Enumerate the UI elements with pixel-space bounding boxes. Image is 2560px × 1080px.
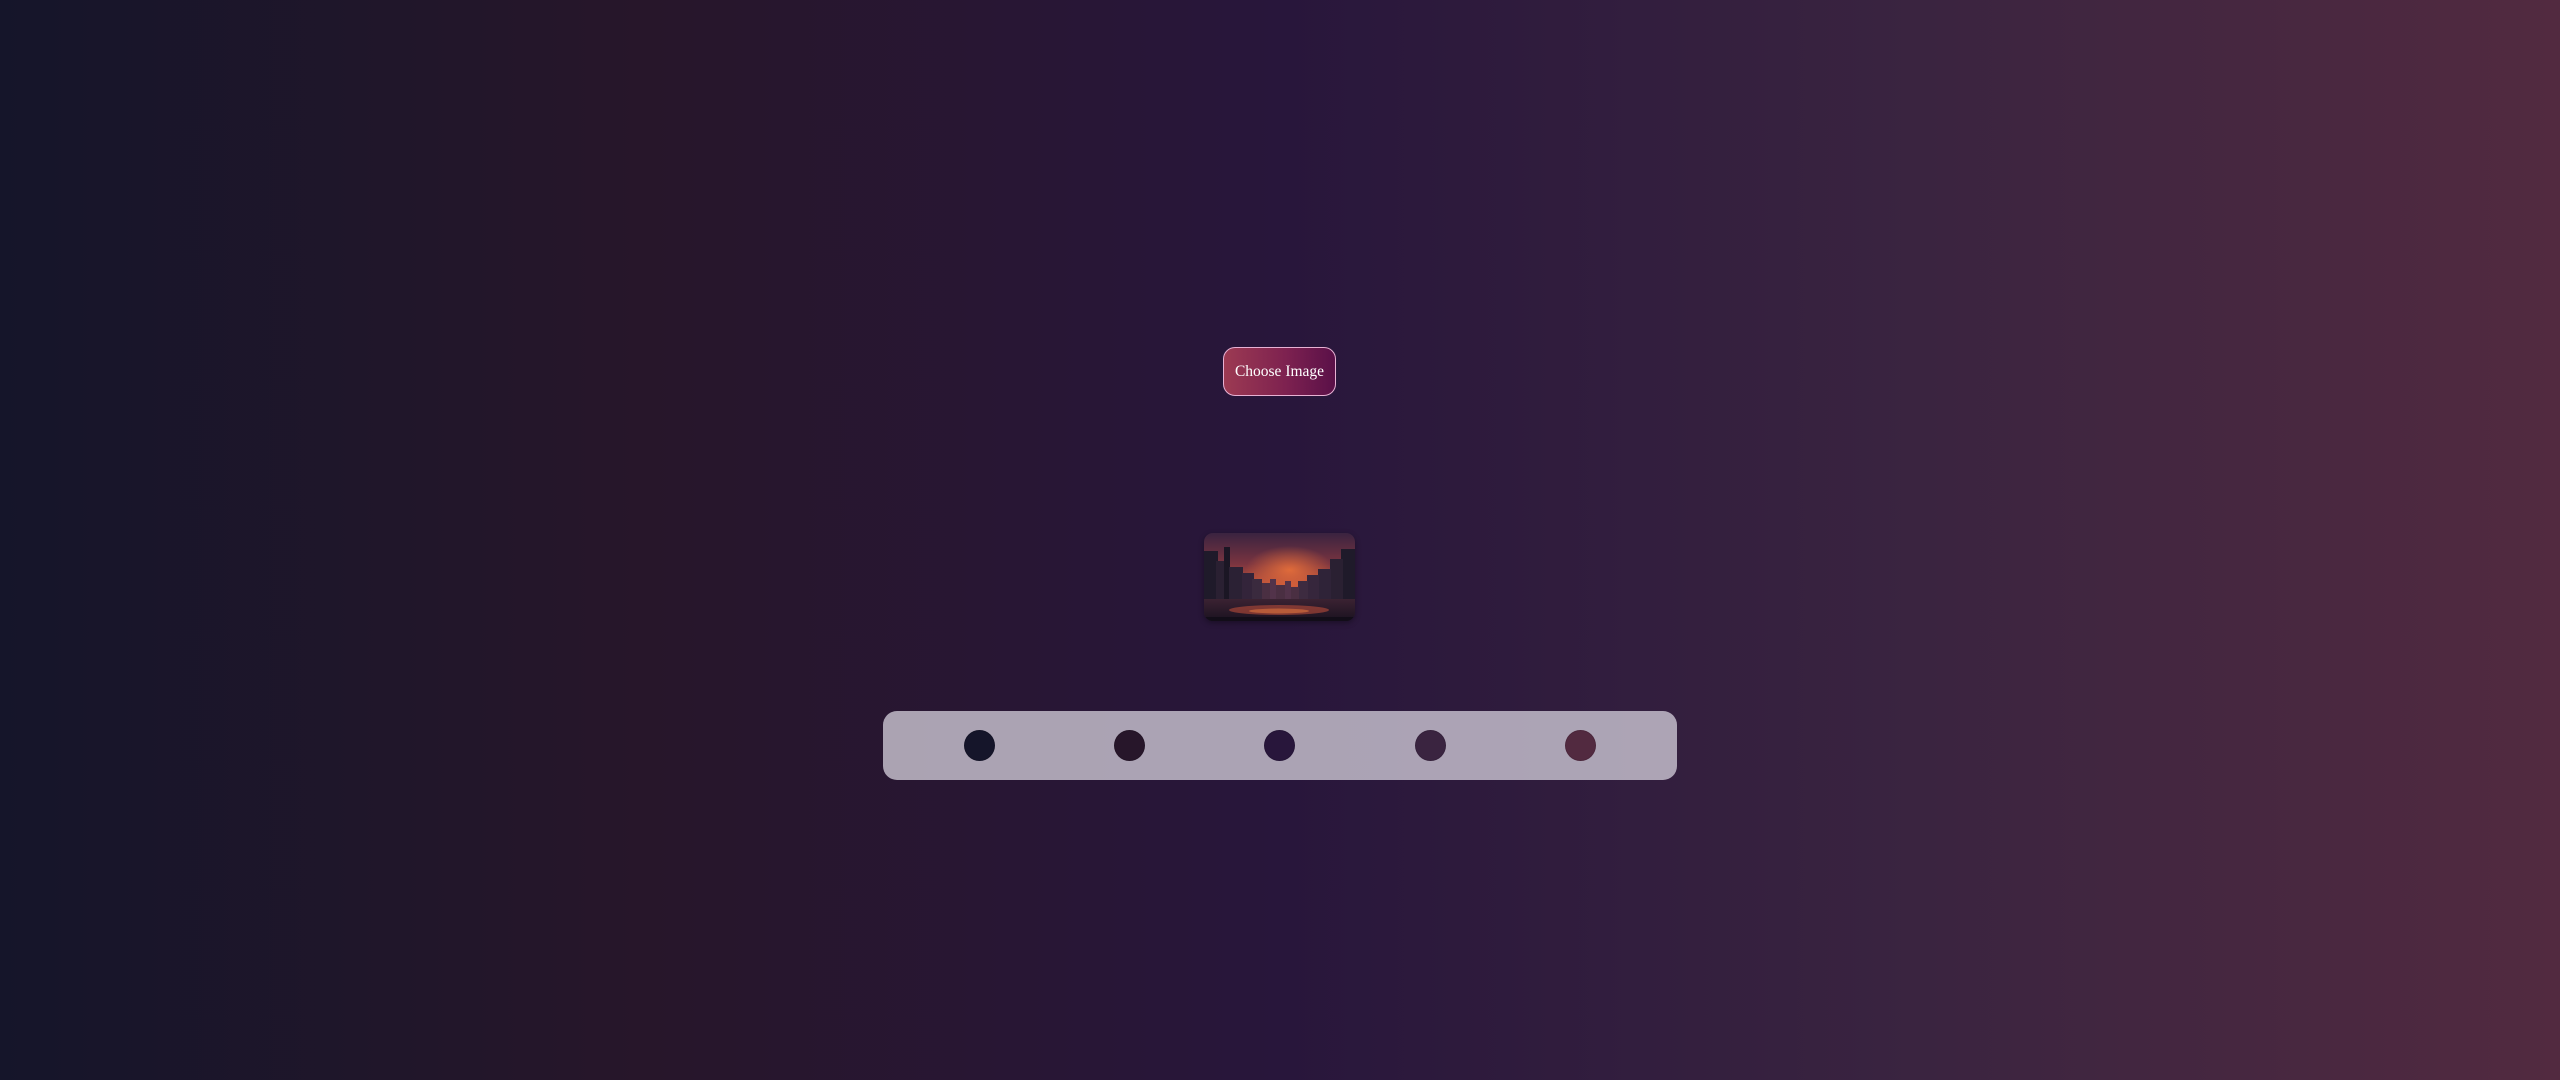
- color-palette-bar: [883, 711, 1677, 780]
- image-preview: [1204, 533, 1355, 621]
- palette-swatch-5[interactable]: [1565, 730, 1596, 761]
- page-background: { "upload": { "button_label": "Choose Im…: [0, 0, 2560, 1080]
- palette-swatch-4[interactable]: [1415, 730, 1446, 761]
- city-sunset-image: [1204, 533, 1355, 621]
- palette-swatch-2[interactable]: [1114, 730, 1145, 761]
- palette-swatch-1[interactable]: [964, 730, 995, 761]
- choose-image-button[interactable]: Choose Image: [1223, 347, 1336, 396]
- palette-swatch-3[interactable]: [1264, 730, 1295, 761]
